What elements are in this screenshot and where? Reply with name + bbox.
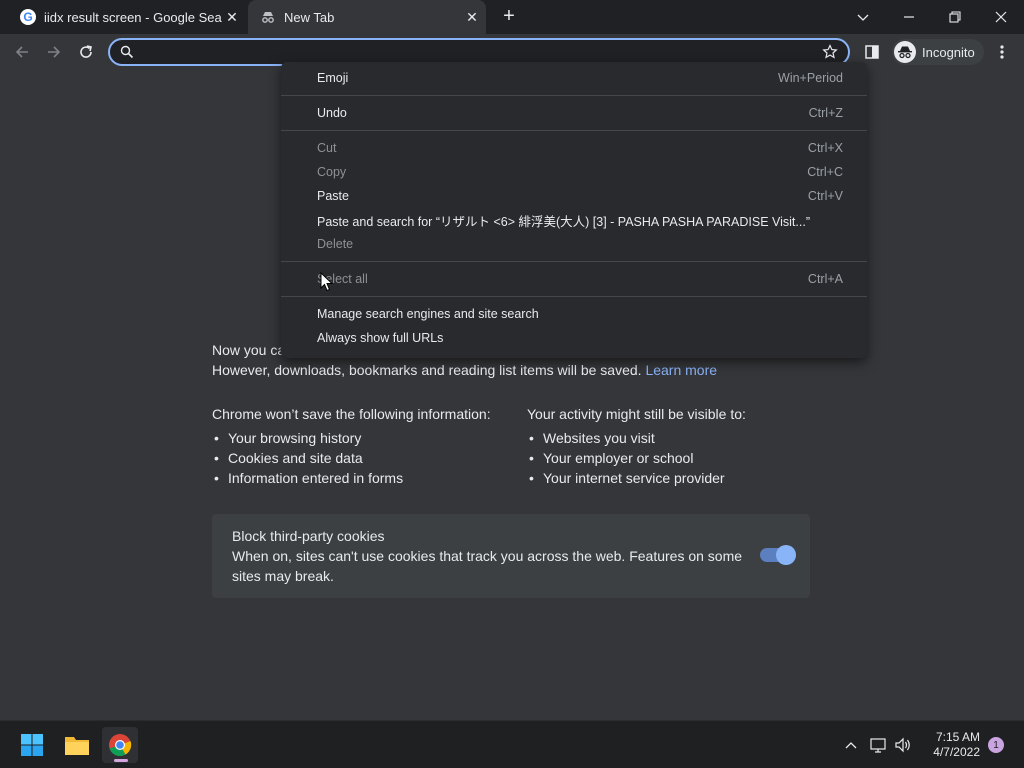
tab-google-search[interactable]: G iidx result screen - Google Search ✕ <box>8 0 246 34</box>
incognito-profile-button[interactable]: Incognito <box>892 39 984 65</box>
active-app-indicator <box>114 759 128 762</box>
wont-save-section: Chrome won’t save the following informat… <box>212 404 512 488</box>
forward-arrow-icon[interactable] <box>42 40 66 64</box>
context-menu-item[interactable]: Emoji Win+Period <box>281 66 867 90</box>
cookie-card-title: Block third-party cookies <box>232 528 385 544</box>
clock-date: 4/7/2022 <box>933 745 980 759</box>
close-tab-icon[interactable]: ✕ <box>222 7 242 27</box>
menu-item-label: Select all <box>317 272 368 286</box>
kebab-menu-icon[interactable] <box>990 40 1014 64</box>
close-window-icon[interactable] <box>978 0 1024 34</box>
still-visible-section: Your activity might still be visible to:… <box>527 404 827 488</box>
learn-more-link[interactable]: Learn more <box>645 362 717 378</box>
list-item: Cookies and site data <box>212 448 512 468</box>
profile-label: Incognito <box>922 44 975 60</box>
list-item: Your internet service provider <box>527 468 827 488</box>
menu-item-label: Copy <box>317 165 347 179</box>
tab-strip: G iidx result screen - Google Search ✕ N… <box>0 0 1024 34</box>
clock-time: 7:15 AM <box>935 730 980 744</box>
close-tab-icon[interactable]: ✕ <box>462 7 482 27</box>
menu-separator <box>281 130 867 131</box>
menu-separator <box>281 261 867 262</box>
context-menu-item[interactable]: Delete <box>281 232 867 256</box>
menu-item-shortcut: Ctrl+V <box>807 189 843 203</box>
volume-icon[interactable] <box>893 735 913 755</box>
back-arrow-icon[interactable] <box>10 40 34 64</box>
intro-line-2: However, downloads, bookmarks and readin… <box>212 362 642 378</box>
third-party-cookies-card: Block third-party cookies When on, sites… <box>212 514 810 598</box>
context-menu-item[interactable]: Paste and search for “リザルト <6> 緋浮美(大人) [… <box>281 208 867 232</box>
taskbar: 7:15 AM 4/7/2022 1 <box>0 720 1024 768</box>
wont-save-heading: Chrome won’t save the following informat… <box>212 406 491 422</box>
menu-item-shortcut: Ctrl+Z <box>808 106 843 120</box>
file-explorer-icon[interactable] <box>59 727 95 763</box>
menu-separator <box>281 296 867 297</box>
taskbar-clock[interactable]: 7:15 AM 4/7/2022 <box>920 730 980 760</box>
mouse-cursor-icon <box>320 271 334 292</box>
list-item: Your employer or school <box>527 448 827 468</box>
context-menu-item[interactable]: Copy Ctrl+C <box>281 160 867 184</box>
new-tab-button[interactable]: + <box>498 6 520 28</box>
menu-item-shortcut: Win+Period <box>778 71 843 85</box>
menu-item-label: Always show full URLs <box>317 331 444 345</box>
menu-item-label: Paste <box>317 189 349 203</box>
toggle-knob <box>776 545 796 565</box>
menu-item-label: Undo <box>317 106 347 120</box>
context-menu-item[interactable]: Cut Ctrl+X <box>281 136 867 160</box>
minimize-icon[interactable] <box>886 0 932 34</box>
menu-item-shortcut: Ctrl+A <box>807 272 843 286</box>
context-menu: Emoji Win+Period Undo Ctrl+Z Cut Ctrl+X Copy Ct… <box>281 62 867 358</box>
tab-new-tab[interactable]: New Tab ✕ <box>248 0 486 34</box>
context-menu-item[interactable]: Undo Ctrl+Z <box>281 101 867 125</box>
reload-icon[interactable] <box>74 40 98 64</box>
list-item: Websites you visit <box>527 428 827 448</box>
address-input[interactable] <box>140 43 810 61</box>
context-menu-item[interactable]: Select all Ctrl+A <box>281 267 867 291</box>
menu-item-label: Cut <box>317 141 337 155</box>
side-panel-icon[interactable] <box>860 40 884 64</box>
menu-item-label: Manage search engines and site search <box>317 307 539 321</box>
restore-icon[interactable] <box>932 0 978 34</box>
windows-start-icon[interactable] <box>14 727 50 763</box>
chrome-icon[interactable] <box>102 727 138 763</box>
incognito-icon <box>260 9 276 25</box>
cookie-card-description: When on, sites can't use cookies that tr… <box>232 548 743 584</box>
google-g-icon: G <box>20 9 36 25</box>
tab-search-icon[interactable] <box>840 0 886 34</box>
context-menu-item[interactable]: Always show full URLs <box>281 326 867 350</box>
menu-item-label: Paste and search for “リザルト <6> 緋浮美(大人) [… <box>317 214 810 229</box>
search-icon <box>120 45 134 64</box>
block-cookies-toggle[interactable] <box>760 545 796 565</box>
network-icon[interactable] <box>868 735 888 755</box>
tab-title: iidx result screen - Google Search <box>44 9 222 25</box>
still-visible-heading: Your activity might still be visible to: <box>527 406 746 422</box>
incognito-avatar-icon <box>894 41 916 63</box>
show-hidden-icons-chevron-icon[interactable] <box>841 735 861 755</box>
list-item: Your browsing history <box>212 428 512 448</box>
menu-item-label: Emoji <box>317 71 349 85</box>
menu-item-shortcut: Ctrl+X <box>807 141 843 155</box>
menu-separator <box>281 95 867 96</box>
tab-title: New Tab <box>284 9 335 25</box>
menu-item-shortcut: Ctrl+C <box>807 165 843 179</box>
list-item: Information entered in forms <box>212 468 512 488</box>
context-menu-item[interactable]: Paste Ctrl+V <box>281 184 867 208</box>
notification-badge[interactable]: 1 <box>988 737 1004 753</box>
menu-item-label: Delete <box>317 237 354 251</box>
context-menu-item[interactable]: Manage search engines and site search <box>281 302 867 326</box>
